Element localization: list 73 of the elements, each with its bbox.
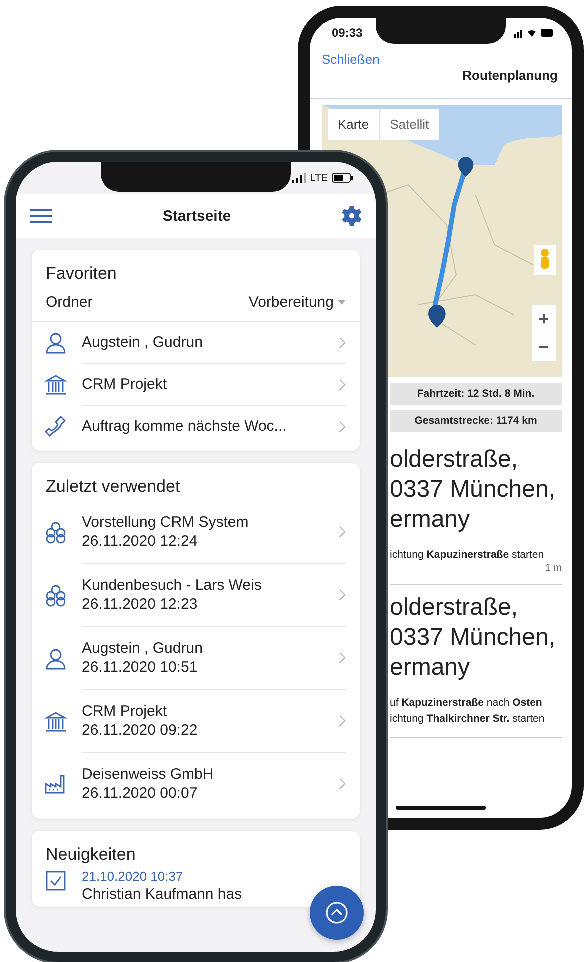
group-circles-icon [44,584,68,608]
folder-label: Ordner [46,294,93,311]
item-date: 26.11.2020 12:23 [82,596,199,613]
menu-icon[interactable] [30,208,52,224]
route-summary: Gesamtstrecke: 1174 km [390,410,562,432]
news-date: 21.10.2020 10:37 [82,869,184,884]
page-title: Startseite [162,208,232,224]
step-address: 0337 München, [390,623,556,653]
recent-item[interactable]: Deisenweiss GmbH 26.11.2020 00:07 [32,753,360,815]
screen-title: Routenplanung [462,68,558,83]
step-distance: 1 m [544,563,562,574]
item-label: Kundenbesuch - Lars Weis [82,577,262,594]
checkbox-icon [44,869,68,893]
item-label: CRM Projekt [82,376,168,393]
recent-item[interactable]: CRM Projekt 26.11.2020 09:22 [32,690,360,753]
route-summary: Fahrtzeit: 12 Std. 8 Min. [390,383,562,405]
settings-icon[interactable] [342,206,362,226]
map-type-tab[interactable]: Karte [328,109,380,140]
item-label: Vorstellung CRM System [82,514,249,531]
chevron-up-circle-icon [325,901,349,925]
signal-icon [292,173,306,183]
item-date: 26.11.2020 12:24 [82,533,199,550]
chevron-right-icon [339,420,346,432]
item-date: 26.11.2020 00:07 [82,785,199,802]
map-pin-icon[interactable] [428,305,446,328]
item-date: 26.11.2020 09:22 [82,722,198,739]
chevron-right-icon [339,589,346,601]
item-label: Augstein , Gudrun [82,640,203,657]
battery-icon [332,173,354,183]
chevron-right-icon [339,715,346,727]
step-instruction: ichtung Thalkirchner Str. starten [390,712,546,727]
chevron-right-icon [339,652,346,664]
network-label: LTE [310,172,328,184]
chevron-right-icon [339,336,346,348]
person-icon [44,331,68,355]
favorite-item[interactable]: Augstein , Gudrun [32,322,360,364]
card-title: Zuletzt verwendet [45,476,182,498]
map-pin-icon[interactable] [458,157,474,177]
step-instruction: uf Kapuzinerstraße nach Osten [390,696,544,711]
step-address: ermany [390,653,472,683]
news-text: Christian Kaufmann has [82,886,242,903]
card-title: Neuigkeiten [45,844,137,866]
favorite-item[interactable]: Auftrag komme nächste Woc... [32,406,360,447]
person-icon [44,646,68,670]
favorite-item[interactable]: CRM Projekt [32,364,360,406]
chevron-right-icon [339,378,346,390]
chevron-right-icon [339,526,346,538]
step-address: olderstraße, [390,593,520,623]
close-link[interactable]: Schließen [322,52,380,67]
item-label: CRM Projekt [82,703,168,720]
recent-item[interactable]: Augstein , Gudrun 26.11.2020 10:51 [32,627,360,690]
item-date: 26.11.2020 10:51 [82,659,199,676]
item-label: Deisenweiss GmbH [82,766,214,783]
recent-item[interactable]: Vorstellung CRM System 26.11.2020 12:24 [32,501,360,564]
item-label: Auftrag komme nächste Woc... [82,418,287,435]
folder-dropdown[interactable]: Vorbereitung [248,294,346,311]
card-title: Favoriten [45,263,118,285]
bank-building-icon [44,710,68,734]
step-address: olderstraße, [390,445,520,475]
step-address: ermany [390,505,472,535]
item-label: Augstein , Gudrun [82,334,203,351]
step-address: 0337 München, [390,475,556,505]
map-type-tab[interactable]: Satellit [379,109,440,140]
chevron-right-icon [339,778,346,790]
scroll-up-button[interactable] [310,886,364,940]
status-time: 09:33 [332,26,363,40]
group-circles-icon [44,520,68,544]
status-icons [514,28,554,38]
caret-icon [338,300,346,305]
phone-icon [44,414,68,438]
bank-building-icon [44,373,68,397]
recent-item[interactable]: Kundenbesuch - Lars Weis 26.11.2020 12:23 [32,564,360,627]
step-instruction: ichtung Kapuzinerstraße starten [390,548,546,563]
